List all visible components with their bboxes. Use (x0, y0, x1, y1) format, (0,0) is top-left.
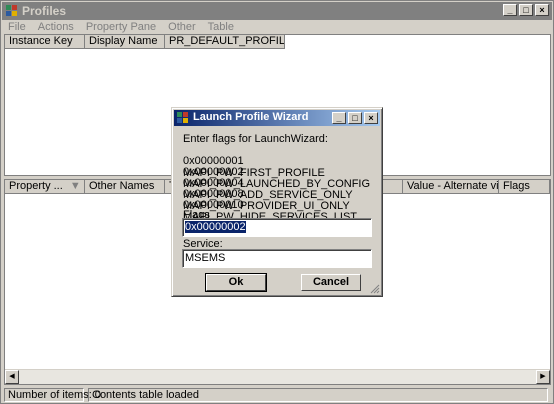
dialog-maximize-icon[interactable]: □ (348, 112, 362, 124)
status-item-count: Number of items: 0 (4, 388, 101, 402)
sort-down-icon: ▼ (69, 180, 81, 192)
column-display-name[interactable]: Display Name (85, 35, 165, 49)
minimize-icon[interactable]: _ (503, 4, 517, 16)
column-flags[interactable]: Flags (499, 180, 550, 194)
service-input-value: MSEMS (185, 252, 226, 264)
menu-actions[interactable]: Actions (32, 20, 80, 34)
status-bar: Number of items: 0 Contents table loaded (2, 387, 552, 403)
launch-profile-wizard-dialog: Launch Profile Wizard _ □ × Enter flags … (171, 107, 383, 297)
column-instance-key[interactable]: Instance Key (5, 35, 85, 49)
dialog-minimize-icon[interactable]: _ (332, 112, 346, 124)
column-value-alternate[interactable]: Value - Alternate view (403, 180, 499, 194)
dialog-prompt: Enter flags for LaunchWizard: (183, 133, 328, 145)
horizontal-scrollbar[interactable]: ◀ ▶ (5, 369, 550, 384)
dialog-close-icon[interactable]: × (364, 112, 378, 124)
column-default-profile[interactable]: PR_DEFAULT_PROFILE (165, 35, 285, 49)
menu-file[interactable]: File (2, 20, 32, 34)
dialog-title: Launch Profile Wizard (193, 111, 309, 123)
resize-grip-icon[interactable] (370, 284, 380, 294)
ok-button[interactable]: Ok (205, 273, 267, 292)
menu-other[interactable]: Other (162, 20, 202, 34)
menu-property-pane[interactable]: Property Pane (80, 20, 162, 34)
flags-input-value: 0x00000002 (185, 221, 246, 233)
service-input[interactable]: MSEMS (182, 249, 372, 268)
scroll-left-icon[interactable]: ◀ (5, 370, 19, 384)
close-icon[interactable]: × (535, 4, 549, 16)
app-icon (6, 5, 17, 16)
dialog-app-icon (177, 112, 188, 123)
column-property-label: Property ... (9, 180, 63, 192)
window-title: Profiles (22, 4, 67, 18)
status-message: Contents table loaded (88, 388, 548, 402)
column-property[interactable]: Property ... ▼ (5, 180, 85, 194)
flags-input[interactable]: 0x00000002 (182, 218, 372, 237)
column-other-names[interactable]: Other Names (85, 180, 165, 194)
main-titlebar[interactable]: Profiles _ □ × (2, 2, 552, 20)
profile-list-header: Instance Key Display Name PR_DEFAULT_PRO… (5, 35, 285, 49)
maximize-icon[interactable]: □ (519, 4, 533, 16)
dialog-titlebar[interactable]: Launch Profile Wizard _ □ × (174, 110, 380, 126)
menu-bar: File Actions Property Pane Other Table (2, 20, 552, 34)
cancel-button[interactable]: Cancel (301, 274, 361, 291)
menu-table[interactable]: Table (202, 20, 240, 34)
scroll-right-icon[interactable]: ▶ (536, 370, 550, 384)
